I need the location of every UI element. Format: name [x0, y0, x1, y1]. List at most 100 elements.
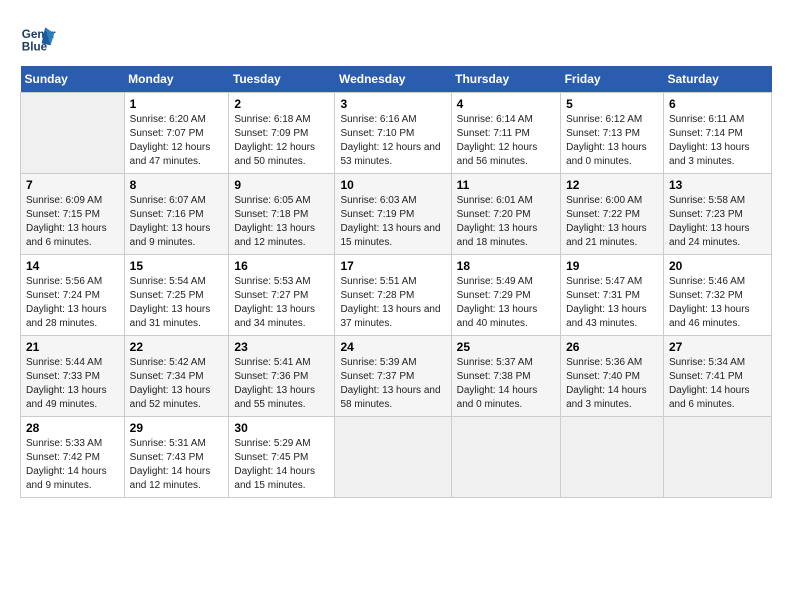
calendar-body: 1 Sunrise: 6:20 AMSunset: 7:07 PMDaylight…: [21, 93, 772, 498]
day-info: Sunrise: 5:58 AMSunset: 7:23 PMDaylight:…: [669, 194, 766, 250]
header-cell-saturday: Saturday: [663, 66, 771, 93]
day-info: Sunrise: 6:20 AMSunset: 7:07 PMDaylight:…: [130, 113, 224, 169]
day-number: 24: [340, 340, 445, 354]
day-info: Sunrise: 6:12 AMSunset: 7:13 PMDaylight:…: [566, 113, 658, 169]
logo: General Blue: [20, 20, 60, 56]
day-number: 30: [234, 421, 329, 435]
calendar-cell: 2 Sunrise: 6:18 AMSunset: 7:09 PMDaylight…: [229, 93, 335, 174]
day-number: 20: [669, 259, 766, 273]
logo-icon: General Blue: [20, 20, 56, 56]
day-number: 26: [566, 340, 658, 354]
day-number: 15: [130, 259, 224, 273]
day-info: Sunrise: 6:18 AMSunset: 7:09 PMDaylight:…: [234, 113, 329, 169]
day-number: 16: [234, 259, 329, 273]
day-number: 2: [234, 97, 329, 111]
day-number: 25: [457, 340, 555, 354]
day-info: Sunrise: 6:01 AMSunset: 7:20 PMDaylight:…: [457, 194, 555, 250]
calendar-table: SundayMondayTuesdayWednesdayThursdayFrid…: [20, 66, 772, 498]
calendar-cell: 12 Sunrise: 6:00 AMSunset: 7:22 PMDayligh…: [561, 174, 664, 255]
day-number: 23: [234, 340, 329, 354]
day-number: 3: [340, 97, 445, 111]
header-cell-sunday: Sunday: [21, 66, 125, 93]
day-info: Sunrise: 6:14 AMSunset: 7:11 PMDaylight:…: [457, 113, 555, 169]
calendar-cell: 13Sunrise: 5:58 AMSunset: 7:23 PMDayligh…: [663, 174, 771, 255]
calendar-cell: 9 Sunrise: 6:05 AMSunset: 7:18 PMDaylight…: [229, 174, 335, 255]
calendar-cell: [21, 93, 125, 174]
day-info: Sunrise: 6:07 AMSunset: 7:16 PMDaylight:…: [130, 194, 224, 250]
day-number: 1: [130, 97, 224, 111]
calendar-cell: 16Sunrise: 5:53 AMSunset: 7:27 PMDayligh…: [229, 255, 335, 336]
day-info: Sunrise: 6:16 AMSunset: 7:10 PMDaylight:…: [340, 113, 445, 169]
day-info: Sunrise: 6:00 AMSunset: 7:22 PMDaylight:…: [566, 194, 658, 250]
day-number: 4: [457, 97, 555, 111]
calendar-cell: [335, 417, 451, 498]
day-info: Sunrise: 5:37 AMSunset: 7:38 PMDaylight:…: [457, 356, 555, 412]
day-number: 18: [457, 259, 555, 273]
calendar-cell: 17 Sunrise: 5:51 AMSunset: 7:28 PMDayligh…: [335, 255, 451, 336]
calendar-week: 7 Sunrise: 6:09 AMSunset: 7:15 PMDaylight…: [21, 174, 772, 255]
calendar-cell: 29Sunrise: 5:31 AMSunset: 7:43 PMDayligh…: [124, 417, 229, 498]
day-info: Sunrise: 5:56 AMSunset: 7:24 PMDaylight:…: [26, 275, 119, 331]
day-info: Sunrise: 6:09 AMSunset: 7:15 PMDaylight:…: [26, 194, 119, 250]
day-info: Sunrise: 5:54 AMSunset: 7:25 PMDaylight:…: [130, 275, 224, 331]
calendar-week: 28 Sunrise: 5:33 AMSunset: 7:42 PMDayligh…: [21, 417, 772, 498]
day-number: 9: [234, 178, 329, 192]
header-row: SundayMondayTuesdayWednesdayThursdayFrid…: [21, 66, 772, 93]
day-number: 28: [26, 421, 119, 435]
day-info: Sunrise: 5:44 AMSunset: 7:33 PMDaylight:…: [26, 356, 119, 412]
calendar-cell: 28 Sunrise: 5:33 AMSunset: 7:42 PMDayligh…: [21, 417, 125, 498]
calendar-cell: 7 Sunrise: 6:09 AMSunset: 7:15 PMDaylight…: [21, 174, 125, 255]
calendar-week: 21 Sunrise: 5:44 AMSunset: 7:33 PMDayligh…: [21, 336, 772, 417]
day-number: 5: [566, 97, 658, 111]
day-number: 8: [130, 178, 224, 192]
day-number: 27: [669, 340, 766, 354]
day-info: Sunrise: 6:05 AMSunset: 7:18 PMDaylight:…: [234, 194, 329, 250]
day-info: Sunrise: 5:42 AMSunset: 7:34 PMDaylight:…: [130, 356, 224, 412]
day-info: Sunrise: 5:46 AMSunset: 7:32 PMDaylight:…: [669, 275, 766, 331]
day-info: Sunrise: 5:47 AMSunset: 7:31 PMDaylight:…: [566, 275, 658, 331]
day-number: 7: [26, 178, 119, 192]
calendar-cell: 19 Sunrise: 5:47 AMSunset: 7:31 PMDayligh…: [561, 255, 664, 336]
day-number: 22: [130, 340, 224, 354]
day-info: Sunrise: 5:31 AMSunset: 7:43 PMDaylight:…: [130, 437, 224, 493]
calendar-cell: 14Sunrise: 5:56 AMSunset: 7:24 PMDayligh…: [21, 255, 125, 336]
calendar-cell: [561, 417, 664, 498]
header-cell-thursday: Thursday: [451, 66, 560, 93]
day-info: Sunrise: 5:39 AMSunset: 7:37 PMDaylight:…: [340, 356, 445, 412]
calendar-cell: 15 Sunrise: 5:54 AMSunset: 7:25 PMDayligh…: [124, 255, 229, 336]
day-number: 21: [26, 340, 119, 354]
calendar-week: 14Sunrise: 5:56 AMSunset: 7:24 PMDayligh…: [21, 255, 772, 336]
calendar-cell: [451, 417, 560, 498]
calendar-cell: 6 Sunrise: 6:11 AMSunset: 7:14 PMDaylight…: [663, 93, 771, 174]
day-number: 6: [669, 97, 766, 111]
day-info: Sunrise: 5:29 AMSunset: 7:45 PMDaylight:…: [234, 437, 329, 493]
day-number: 17: [340, 259, 445, 273]
day-number: 10: [340, 178, 445, 192]
calendar-cell: [663, 417, 771, 498]
day-info: Sunrise: 5:34 AMSunset: 7:41 PMDaylight:…: [669, 356, 766, 412]
header-cell-monday: Monday: [124, 66, 229, 93]
calendar-cell: 20 Sunrise: 5:46 AMSunset: 7:32 PMDayligh…: [663, 255, 771, 336]
calendar-week: 1 Sunrise: 6:20 AMSunset: 7:07 PMDaylight…: [21, 93, 772, 174]
calendar-cell: 10 Sunrise: 6:03 AMSunset: 7:19 PMDayligh…: [335, 174, 451, 255]
calendar-cell: 1 Sunrise: 6:20 AMSunset: 7:07 PMDaylight…: [124, 93, 229, 174]
calendar-cell: 5 Sunrise: 6:12 AMSunset: 7:13 PMDaylight…: [561, 93, 664, 174]
day-number: 11: [457, 178, 555, 192]
calendar-cell: 25 Sunrise: 5:37 AMSunset: 7:38 PMDayligh…: [451, 336, 560, 417]
header-cell-tuesday: Tuesday: [229, 66, 335, 93]
day-info: Sunrise: 5:33 AMSunset: 7:42 PMDaylight:…: [26, 437, 119, 493]
day-info: Sunrise: 5:51 AMSunset: 7:28 PMDaylight:…: [340, 275, 445, 331]
calendar-cell: 3 Sunrise: 6:16 AMSunset: 7:10 PMDaylight…: [335, 93, 451, 174]
calendar-cell: 27 Sunrise: 5:34 AMSunset: 7:41 PMDayligh…: [663, 336, 771, 417]
day-number: 19: [566, 259, 658, 273]
day-number: 12: [566, 178, 658, 192]
day-info: Sunrise: 6:11 AMSunset: 7:14 PMDaylight:…: [669, 113, 766, 169]
calendar-cell: 18 Sunrise: 5:49 AMSunset: 7:29 PMDayligh…: [451, 255, 560, 336]
day-info: Sunrise: 5:49 AMSunset: 7:29 PMDaylight:…: [457, 275, 555, 331]
day-info: Sunrise: 6:03 AMSunset: 7:19 PMDaylight:…: [340, 194, 445, 250]
header-cell-wednesday: Wednesday: [335, 66, 451, 93]
day-info: Sunrise: 5:36 AMSunset: 7:40 PMDaylight:…: [566, 356, 658, 412]
calendar-cell: 8 Sunrise: 6:07 AMSunset: 7:16 PMDaylight…: [124, 174, 229, 255]
header-cell-friday: Friday: [561, 66, 664, 93]
calendar-cell: 4 Sunrise: 6:14 AMSunset: 7:11 PMDaylight…: [451, 93, 560, 174]
